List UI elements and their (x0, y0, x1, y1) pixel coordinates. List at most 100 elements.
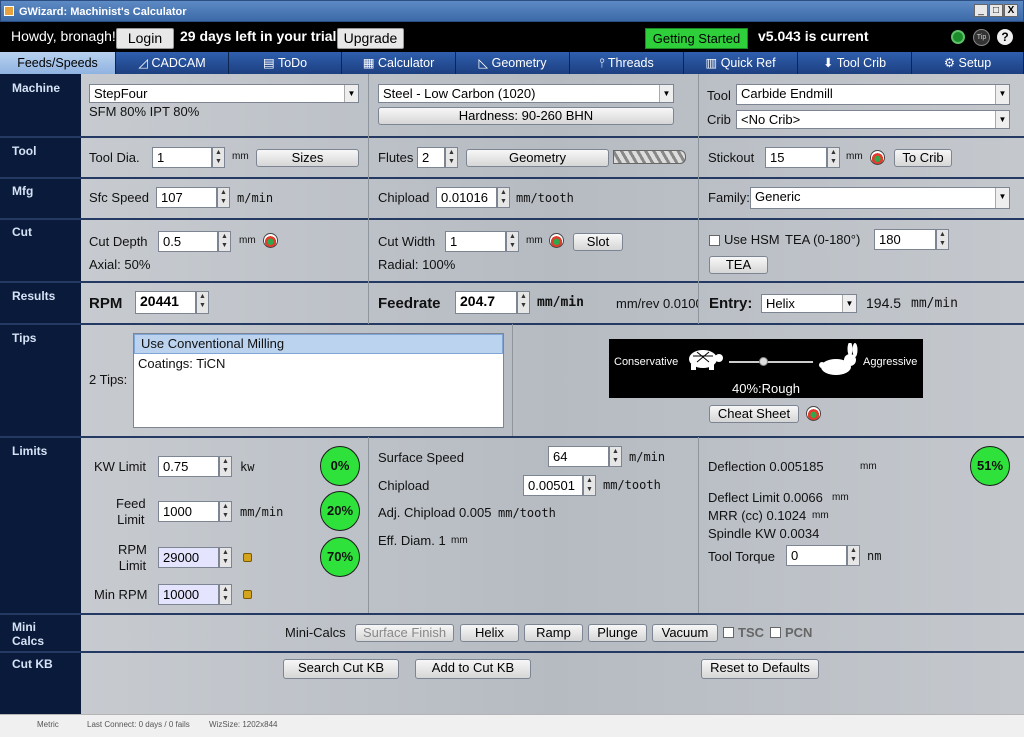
row-divider (0, 436, 1024, 438)
tsc-checkbox[interactable] (723, 627, 734, 638)
trial-text: 29 days left in your trial. (180, 28, 341, 44)
close-button[interactable]: X (1004, 4, 1018, 17)
chipload-input[interactable]: 0.01016 (436, 187, 497, 208)
tea-button[interactable]: TEA (709, 256, 768, 274)
material-select[interactable]: Steel - Low Carbon (1020) ▼ (378, 84, 674, 103)
cut-depth-input[interactable]: 0.5 (158, 231, 218, 252)
tool-dia-stepper[interactable]: ▲ ▼ (212, 147, 225, 168)
tea-stepper[interactable]: ▲ ▼ (936, 229, 949, 250)
tab-threads[interactable]: ⫯ Threads (570, 52, 684, 74)
tab-label: Tool Crib (836, 56, 887, 70)
tool-torque-stepper[interactable]: ▲ ▼ (847, 545, 860, 566)
cut-depth-stepper[interactable]: ▲ ▼ (218, 231, 231, 252)
add-to-cut-kb-button[interactable]: Add to Cut KB (415, 659, 531, 679)
slot-button[interactable]: Slot (573, 233, 623, 251)
slider-value-label: 40%:Rough (732, 381, 800, 396)
flutes-input[interactable]: 2 (417, 147, 445, 168)
upgrade-button[interactable]: Upgrade (337, 28, 404, 49)
hardness-button[interactable]: Hardness: 90-260 BHN (378, 107, 674, 125)
tab-cadcam[interactable]: ◿ CADCAM (116, 52, 229, 74)
getting-started-button[interactable]: Getting Started (645, 28, 748, 49)
tool-torque-unit: nm (867, 549, 882, 563)
tab-setup[interactable]: ⚙ Setup (912, 52, 1024, 74)
feedrate-output[interactable]: 204.7 (455, 291, 517, 314)
use-hsm-checkbox[interactable] (709, 235, 720, 246)
gauge-icon[interactable] (870, 150, 885, 165)
search-cut-kb-button[interactable]: Search Cut KB (283, 659, 399, 679)
minimize-button[interactable]: _ (974, 4, 988, 17)
plunge-button[interactable]: Plunge (588, 624, 647, 642)
row-divider (0, 651, 1024, 653)
tip-item[interactable]: Use Conventional Milling (134, 334, 503, 354)
min-rpm-stepper[interactable]: ▲ ▼ (219, 584, 232, 605)
limit-chipload-input[interactable]: 0.00501 (523, 475, 583, 496)
min-rpm-input[interactable]: 10000 (158, 584, 219, 605)
limit-chipload-label: Chipload (378, 478, 430, 493)
stickout-input[interactable]: 15 (765, 147, 827, 168)
cut-width-stepper[interactable]: ▲ ▼ (506, 231, 519, 252)
lock-icon[interactable] (243, 590, 252, 599)
crib-select-value: <No Crib> (741, 112, 801, 127)
kw-limit-stepper[interactable]: ▲ ▼ (219, 456, 232, 477)
flutes-stepper[interactable]: ▲ ▼ (445, 147, 458, 168)
rpm-stepper[interactable]: ▲ ▼ (196, 291, 209, 314)
machine-select[interactable]: StepFour ▼ (89, 84, 359, 103)
feed-limit-input[interactable]: 1000 (158, 501, 219, 522)
gauge-icon[interactable] (263, 233, 278, 248)
aggressiveness-slider[interactable] (729, 361, 813, 363)
sfc-speed-input[interactable]: 107 (156, 187, 217, 208)
tab-todo[interactable]: ▤ ToDo (229, 52, 342, 74)
geometry-button[interactable]: Geometry (466, 149, 609, 167)
pcn-checkbox[interactable] (770, 627, 781, 638)
tip-item[interactable]: Coatings: TiCN (134, 354, 503, 374)
refresh-icon[interactable] (951, 30, 965, 44)
tab-label: Setup (958, 56, 992, 70)
connect-status: Last Connect: 0 days / 0 fails (87, 720, 190, 729)
maximize-button[interactable]: □ (989, 4, 1003, 17)
gauge-icon[interactable] (549, 233, 564, 248)
surface-finish-button[interactable]: Surface Finish (355, 624, 454, 642)
rpm-limit-input[interactable]: 29000 (158, 547, 219, 568)
section-label-cut-kb: Cut KB (12, 657, 53, 671)
row-divider (0, 281, 1024, 283)
to-crib-button[interactable]: To Crib (894, 149, 952, 167)
sfc-speed-stepper[interactable]: ▲ ▼ (217, 187, 230, 208)
tab-quick-ref[interactable]: ▥ Quick Ref (684, 52, 798, 74)
helix-button[interactable]: Helix (460, 624, 519, 642)
cut-width-input[interactable]: 1 (445, 231, 506, 252)
kw-limit-input[interactable]: 0.75 (158, 456, 219, 477)
lock-icon[interactable] (243, 553, 252, 562)
feedrate-stepper[interactable]: ▲ ▼ (517, 291, 530, 314)
tips-list[interactable]: Use Conventional Milling Coatings: TiCN (133, 333, 504, 428)
tool-dia-input[interactable]: 1 (152, 147, 212, 168)
ramp-button[interactable]: Ramp (524, 624, 583, 642)
tool-torque-input[interactable]: 0 (786, 545, 847, 566)
reset-defaults-button[interactable]: Reset to Defaults (701, 659, 819, 679)
surface-speed-stepper[interactable]: ▲ ▼ (609, 446, 622, 467)
sizes-button[interactable]: Sizes (256, 149, 359, 167)
gauge-icon[interactable] (806, 406, 821, 421)
rpm-output[interactable]: 20441 (135, 291, 196, 314)
help-icon[interactable]: ? (997, 29, 1013, 45)
tool-type-select[interactable]: Carbide Endmill ▼ (736, 84, 1010, 105)
surface-speed-input[interactable]: 64 (548, 446, 609, 467)
tab-tool-crib[interactable]: ⬇ Tool Crib (798, 52, 912, 74)
stickout-stepper[interactable]: ▲ ▼ (827, 147, 840, 168)
tab-geometry[interactable]: ◺ Geometry (456, 52, 570, 74)
crib-select[interactable]: <No Crib> ▼ (736, 110, 1010, 129)
tab-calculator[interactable]: ▦ Calculator (342, 52, 456, 74)
entry-select[interactable]: Helix ▼ (761, 294, 857, 313)
feed-limit-stepper[interactable]: ▲ ▼ (219, 501, 232, 522)
limit-chipload-stepper[interactable]: ▲ ▼ (583, 475, 596, 496)
family-select[interactable]: Generic ▼ (750, 187, 1010, 209)
tip-icon[interactable]: Tip (973, 29, 990, 46)
cheat-sheet-button[interactable]: Cheat Sheet (709, 405, 799, 423)
tab-feeds-speeds[interactable]: Feeds/Speeds (0, 52, 116, 74)
tea-input[interactable]: 180 (874, 229, 936, 250)
vacuum-button[interactable]: Vacuum (652, 624, 718, 642)
chipload-unit: mm/tooth (516, 191, 574, 205)
login-button[interactable]: Login (116, 28, 174, 49)
chipload-stepper[interactable]: ▲ ▼ (497, 187, 510, 208)
slider-handle[interactable] (758, 357, 768, 366)
rpm-limit-stepper[interactable]: ▲ ▼ (219, 547, 232, 568)
